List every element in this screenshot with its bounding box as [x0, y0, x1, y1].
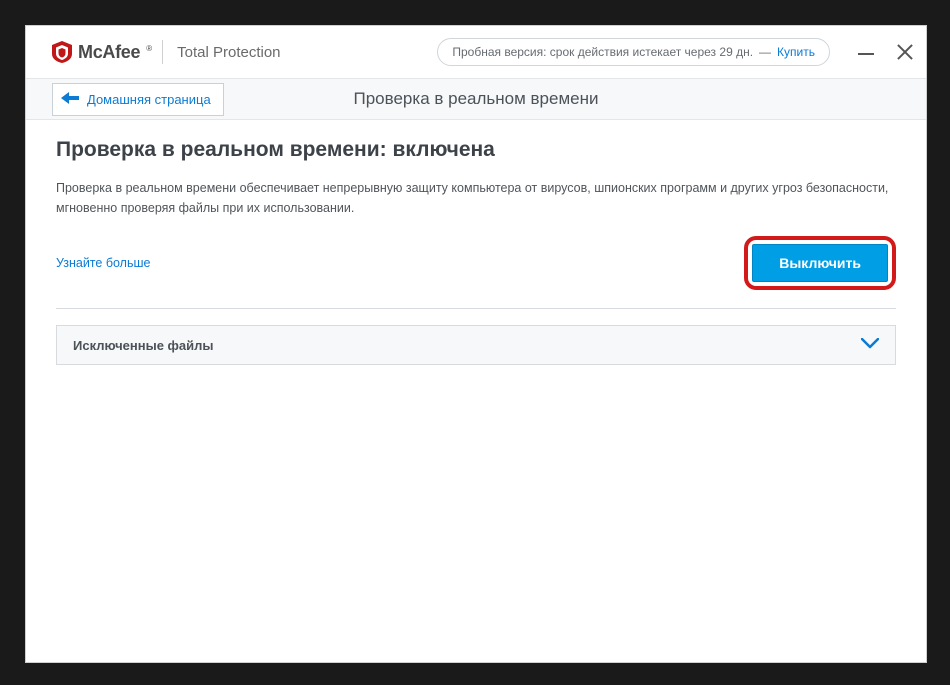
navbar: Домашняя страница Проверка в реальном вр… — [26, 78, 926, 120]
excluded-files-accordion[interactable]: Исключенные файлы — [56, 325, 896, 365]
disable-button[interactable]: Выключить — [752, 244, 888, 282]
trial-text: Пробная версия: срок действия истекает ч… — [452, 45, 753, 59]
buy-link[interactable]: Купить — [777, 45, 815, 59]
brand-name: McAfee — [78, 42, 140, 63]
trial-separator: — — [759, 45, 771, 59]
mcafee-shield-icon — [52, 41, 72, 63]
action-row: Узнайте больше Выключить — [56, 236, 896, 290]
arrow-left-icon — [61, 92, 79, 107]
content-area: Проверка в реальном времени: включена Пр… — [26, 120, 926, 662]
brand-subtitle: Total Protection — [177, 44, 280, 61]
accordion-label: Исключенные файлы — [73, 338, 214, 353]
brand-separator — [162, 40, 163, 64]
minimize-icon[interactable] — [858, 53, 874, 55]
nav-title: Проверка в реальном времени — [354, 89, 599, 109]
brand-block: McAfee ® — [52, 41, 152, 63]
back-button[interactable]: Домашняя страница — [52, 83, 224, 116]
trademark-icon: ® — [146, 44, 152, 53]
app-window: McAfee ® Total Protection Пробная версия… — [25, 25, 927, 663]
trial-banner[interactable]: Пробная версия: срок действия истекает ч… — [437, 38, 830, 66]
close-icon[interactable] — [896, 43, 914, 61]
section-divider — [56, 308, 896, 309]
window-controls — [858, 43, 914, 61]
chevron-down-icon — [861, 336, 879, 354]
app-header: McAfee ® Total Protection Пробная версия… — [26, 26, 926, 78]
back-label: Домашняя страница — [87, 92, 211, 107]
callout-highlight: Выключить — [744, 236, 896, 290]
page-heading: Проверка в реальном времени: включена — [56, 138, 896, 162]
learn-more-link[interactable]: Узнайте больше — [56, 256, 150, 270]
page-description: Проверка в реальном времени обеспечивает… — [56, 178, 896, 218]
